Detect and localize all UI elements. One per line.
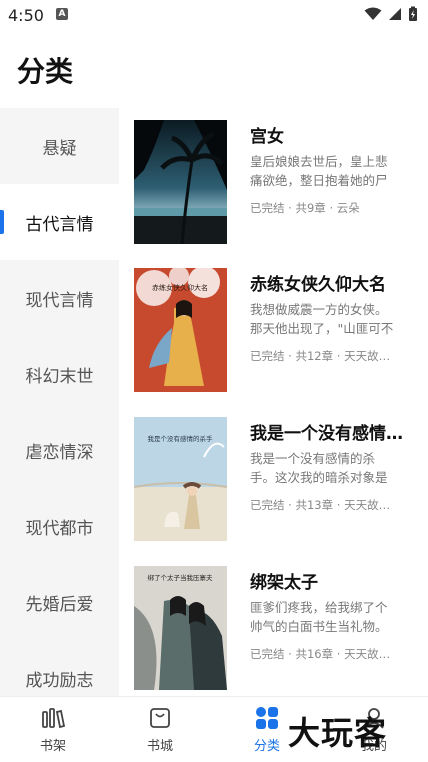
category-grid-icon [256,707,278,729]
tab-bookshelf[interactable]: 书架 [18,705,88,754]
category-item-marriage-first[interactable]: 先婚后爱 [0,564,119,640]
bookstore-bag-icon [150,708,170,728]
category-label: 成功励志 [25,670,94,691]
book-cover[interactable]: 绑了个太子当我压寨夫 [134,566,227,690]
book-cover[interactable]: 我是个没有感情的杀手 [134,417,227,541]
cover-image: 赤练女侠久仰大名 [134,268,227,392]
category-item-ancient-romance[interactable]: 古代言情 [0,184,119,260]
cover-title-text: 绑了个太子当我压寨夫 [148,573,214,582]
category-label: 古代言情 [25,214,94,235]
status-time: 4:50 [8,6,44,25]
book-title[interactable]: 宫女 [250,122,422,147]
category-label: 现代都市 [25,518,94,539]
category-item-modern-romance[interactable]: 现代言情 [0,260,119,336]
cover-image [134,120,227,244]
book-title[interactable]: 我是一个没有感情… [250,419,422,444]
cover-image: 我是个没有感情的杀手 [134,417,227,541]
category-item-inspirational[interactable]: 成功励志 [0,640,119,696]
tab-label: 书架 [39,739,66,754]
cover-image: 绑了个太子当我压寨夫 [134,566,227,690]
page-title: 分类 [17,55,74,88]
book-cover[interactable]: 赤练女侠久仰大名 [134,268,227,392]
tab-label: 书城 [146,739,173,754]
tab-bookstore[interactable]: 书城 [125,705,195,754]
status-bar: 4:50 A [0,0,428,30]
book-title[interactable]: 绑架太子 [250,568,422,593]
book-meta: 已完结 · 共12章 · 天天故事… [250,349,400,363]
book-list: 宫女 皇后娘娘去世后，皇上悲痛欲绝，整日抱着她的尸体… 已完结 · 共9章 · … [119,108,428,696]
book-description: 皇后娘娘去世后，皇上悲痛欲绝，整日抱着她的尸体… [250,154,388,188]
category-label: 虐恋情深 [25,442,94,463]
book-card[interactable]: 宫女 皇后娘娘去世后，皇上悲痛欲绝，整日抱着她的尸体… 已完结 · 共9章 · … [134,120,424,246]
battery-icon [409,6,417,21]
book-cover[interactable] [134,120,227,244]
category-item-suspense[interactable]: 悬疑 [0,108,119,184]
book-description: 我是一个没有感情的杀手。这次我的暗杀对象是一个… [250,451,388,485]
category-label: 科幻末世 [25,366,94,387]
signal-icon [389,8,401,20]
wifi-icon [364,7,382,20]
book-card[interactable]: 赤练女侠久仰大名 赤练女侠久仰大名 我想做威震一方的女侠。那天他出现了，"山匪可… [134,268,424,394]
watermark: 大玩客 [288,714,388,752]
category-label: 先婚后爱 [25,594,94,615]
book-title[interactable]: 赤练女侠久仰大名 [250,270,422,295]
category-sidebar: 悬疑 古代言情 现代言情 科幻末世 虐恋情深 现代都市 先婚后爱 成功励志 [0,108,119,696]
cover-title-text: 我是个没有感情的杀手 [148,434,214,443]
category-item-urban[interactable]: 现代都市 [0,488,119,564]
book-description: 匪爹们疼我，给我绑了个帅气的白面书生当礼物。唔… [250,600,388,634]
book-card[interactable]: 绑了个太子当我压寨夫 绑架太子 匪爹们疼我，给我绑了个帅气的白面书生当礼物。唔…… [134,566,424,692]
notification-icon: A [56,8,68,20]
book-meta: 已完结 · 共9章 · 云朵 [250,201,360,215]
category-item-scifi[interactable]: 科幻末世 [0,336,119,412]
book-meta: 已完结 · 共16章 · 天天故事… [250,647,400,661]
book-meta: 已完结 · 共13章 · 天天故事… [250,498,400,512]
book-card[interactable]: 我是个没有感情的杀手 我是一个没有感情… 我是一个没有感情的杀手。这次我的暗杀对… [134,417,424,543]
category-label: 现代言情 [25,290,94,311]
bookshelf-icon [42,708,66,729]
cover-title-text: 赤练女侠久仰大名 [152,283,208,292]
status-icons [364,6,418,22]
book-description: 我想做威震一方的女侠。那天他出现了，"山匪可不是… [250,302,394,336]
category-label: 悬疑 [42,138,77,159]
category-item-tragic-romance[interactable]: 虐恋情深 [0,412,119,488]
